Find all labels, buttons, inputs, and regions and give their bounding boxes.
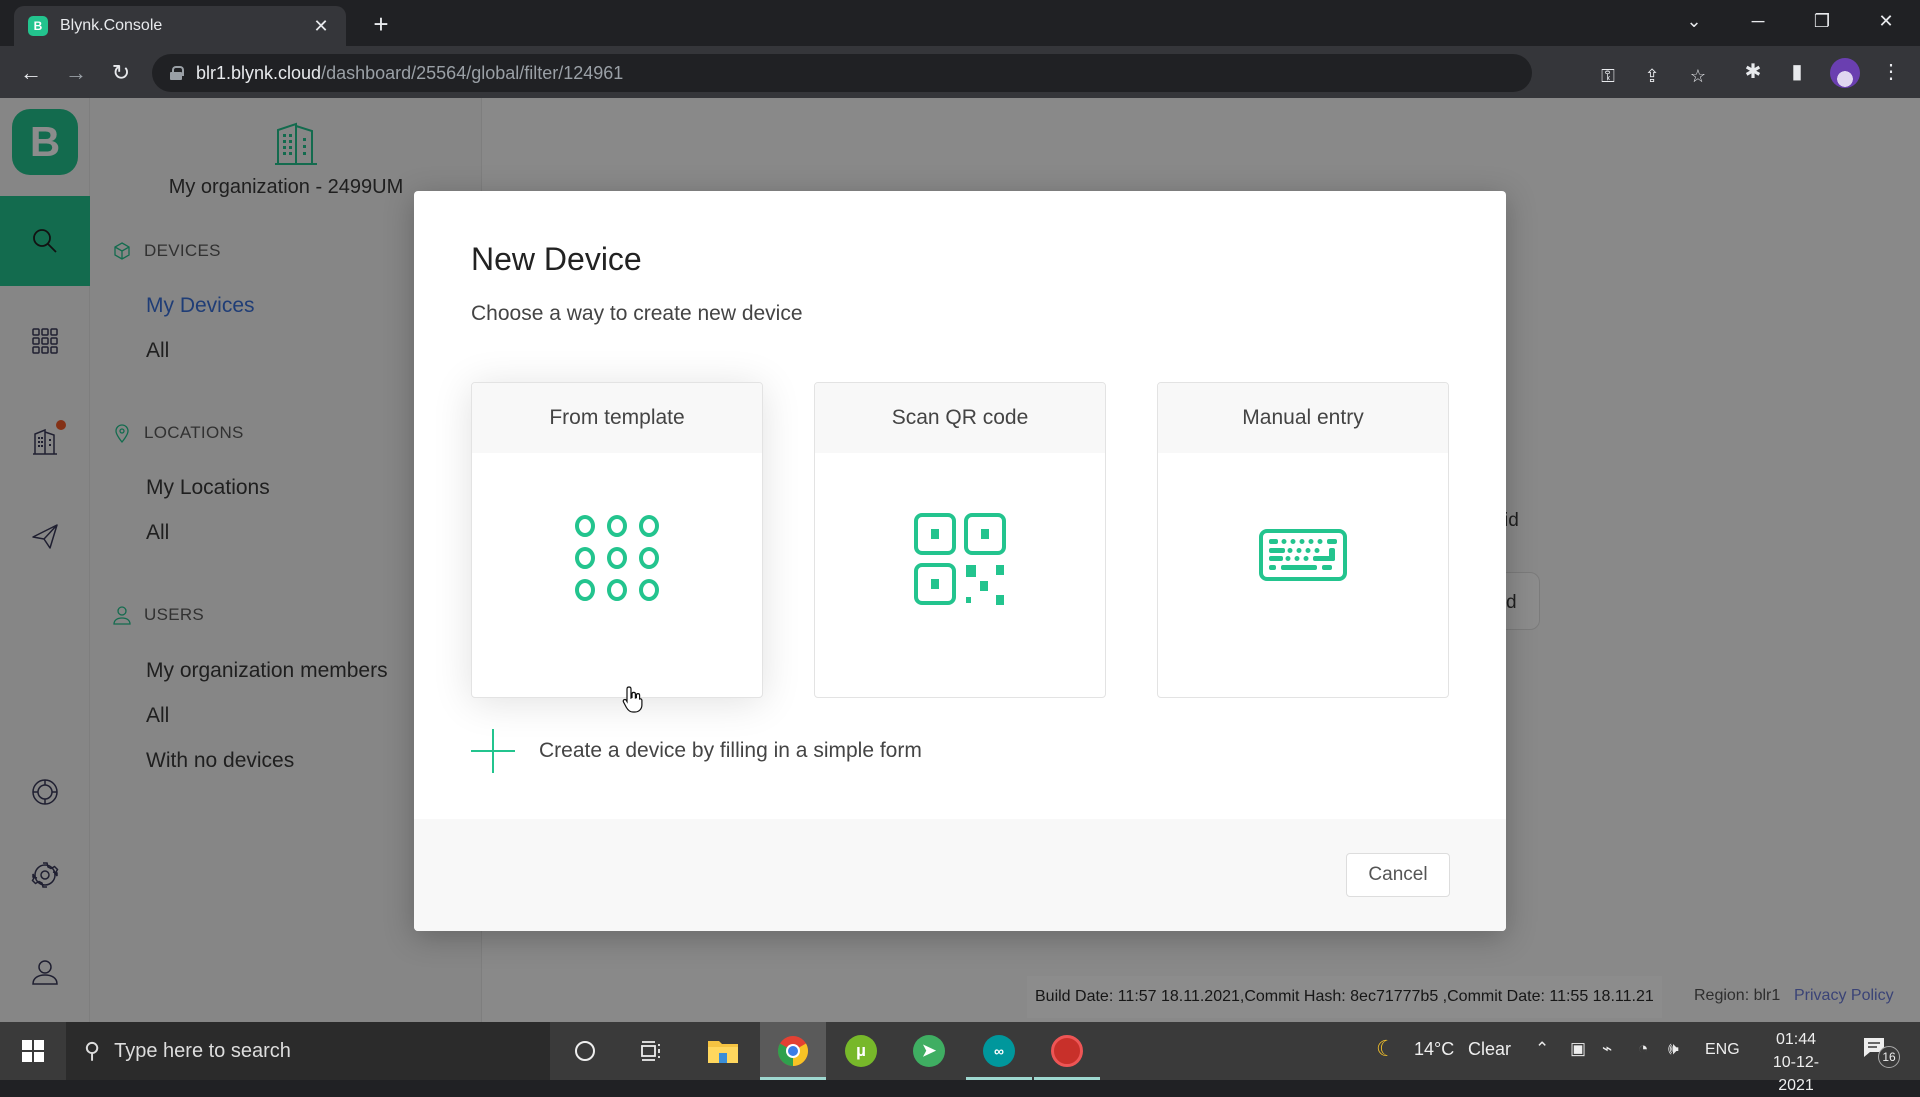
cancel-button[interactable]: Cancel: [1346, 853, 1450, 897]
lock-icon: [170, 66, 184, 80]
telegram-icon: ➤: [913, 1035, 945, 1067]
hand-cursor-icon: [622, 686, 643, 713]
clock-date: 10-12-2021: [1772, 1054, 1820, 1094]
modal-footer: Cancel: [414, 819, 1506, 931]
action-center-button[interactable]: 16: [1862, 1036, 1902, 1068]
arduino-taskbar-button[interactable]: ∞: [966, 1022, 1032, 1080]
blynk-app: B My organization - 2499UM DEVICES My De…: [0, 98, 1920, 1022]
battery-charging-icon[interactable]: ⌁: [1602, 1039, 1612, 1059]
screen-recorder-icon: [1051, 1035, 1083, 1067]
cortana-button[interactable]: [552, 1022, 618, 1080]
window-close-icon[interactable]: ✕: [1866, 6, 1906, 36]
file-explorer-button[interactable]: [690, 1022, 756, 1080]
browser-toolbar: ← → ↻ blr1.blynk.cloud/dashboard/25564/g…: [0, 46, 1920, 98]
address-bar[interactable]: blr1.blynk.cloud/dashboard/25564/global/…: [152, 54, 1706, 92]
create-simple-form-link[interactable]: Create a device by filling in a simple f…: [471, 729, 922, 773]
minimize-icon[interactable]: ─: [1738, 6, 1778, 36]
simple-form-label: Create a device by filling in a simple f…: [539, 739, 922, 762]
option-scan-qr[interactable]: Scan QR code: [814, 382, 1106, 698]
folder-icon: [708, 1041, 738, 1063]
windows-logo-icon: [22, 1040, 44, 1062]
keyboard-icon: [1259, 529, 1347, 581]
profile-avatar[interactable]: [1830, 58, 1860, 88]
input-language[interactable]: ENG: [1705, 1041, 1740, 1059]
volume-icon[interactable]: 🕪: [1668, 1039, 1679, 1059]
back-icon[interactable]: ←: [16, 58, 46, 88]
telegram-taskbar-button[interactable]: ➤: [896, 1022, 962, 1080]
plus-icon: [471, 729, 515, 773]
reload-icon[interactable]: ↻: [106, 58, 136, 88]
taskbar-search[interactable]: ⚲ Type here to search: [66, 1022, 550, 1080]
tab-close-icon[interactable]: ✕: [310, 16, 332, 37]
share-icon[interactable]: ⇪: [1638, 66, 1666, 87]
windows-taskbar: ⚲ Type here to search µ ➤ ∞ ☾ 14°C Clear…: [0, 1022, 1920, 1094]
password-key-icon[interactable]: ⚿: [1594, 66, 1622, 87]
tab-title: Blynk.Console: [60, 17, 163, 34]
modal-title: New Device: [471, 241, 642, 277]
blynk-favicon-icon: B: [28, 16, 48, 36]
tab-search-icon[interactable]: ⌄: [1674, 6, 1714, 36]
option-manual-entry[interactable]: Manual entry: [1157, 382, 1449, 698]
arduino-icon: ∞: [983, 1035, 1015, 1067]
template-grid-icon: [575, 515, 659, 601]
weather-temperature[interactable]: 14°C: [1414, 1039, 1454, 1060]
chrome-icon: [777, 1036, 809, 1066]
task-view-button[interactable]: [618, 1022, 684, 1080]
extensions-icon[interactable]: ✱: [1738, 57, 1768, 87]
option-label: Manual entry: [1158, 383, 1448, 453]
url-host: blr1.blynk.cloud: [196, 62, 322, 83]
bookmark-star-icon[interactable]: ☆: [1684, 66, 1712, 87]
new-device-modal: New Device Choose a way to create new de…: [414, 191, 1506, 931]
chrome-taskbar-button[interactable]: [760, 1022, 826, 1080]
search-icon: ⚲: [84, 1038, 101, 1063]
browser-menu-icon[interactable]: ⋮: [1876, 57, 1906, 87]
recorder-taskbar-button[interactable]: [1034, 1022, 1100, 1080]
option-label: Scan QR code: [815, 383, 1105, 453]
option-label: From template: [472, 383, 762, 453]
option-from-template[interactable]: From template: [471, 382, 763, 698]
taskbar-search-placeholder: Type here to search: [114, 1039, 291, 1062]
modal-subtitle: Choose a way to create new device: [471, 302, 803, 325]
weather-description[interactable]: Clear: [1468, 1039, 1511, 1060]
restore-icon[interactable]: ❐: [1802, 6, 1842, 36]
wifi-icon[interactable]: ◔: [1638, 1039, 1648, 1059]
meet-now-icon[interactable]: ▣: [1570, 1039, 1586, 1059]
url-path: /dashboard/25564/global/filter/124961: [321, 62, 624, 83]
browser-tab-bar: B Blynk.Console ✕ + ⌄ ─ ❐ ✕: [0, 0, 1920, 46]
task-view-icon: [641, 1041, 660, 1061]
cortana-icon: [575, 1041, 595, 1061]
system-clock[interactable]: 01:44 10-12-2021: [1756, 1028, 1836, 1097]
utorrent-taskbar-button[interactable]: µ: [828, 1022, 894, 1080]
start-button[interactable]: [0, 1022, 66, 1080]
clock-time: 01:44: [1775, 1031, 1817, 1048]
new-tab-button[interactable]: +: [366, 10, 396, 40]
qr-code-icon: [914, 513, 1006, 605]
utorrent-icon: µ: [845, 1035, 877, 1067]
side-panel-icon[interactable]: ▮: [1782, 57, 1812, 87]
show-hidden-icons-chevron-icon[interactable]: ⌃: [1535, 1039, 1549, 1059]
browser-tab[interactable]: B Blynk.Console ✕: [14, 6, 346, 46]
weather-moon-icon[interactable]: ☾: [1376, 1036, 1396, 1062]
forward-icon[interactable]: →: [61, 58, 91, 88]
notification-count-badge: 16: [1878, 1046, 1900, 1068]
